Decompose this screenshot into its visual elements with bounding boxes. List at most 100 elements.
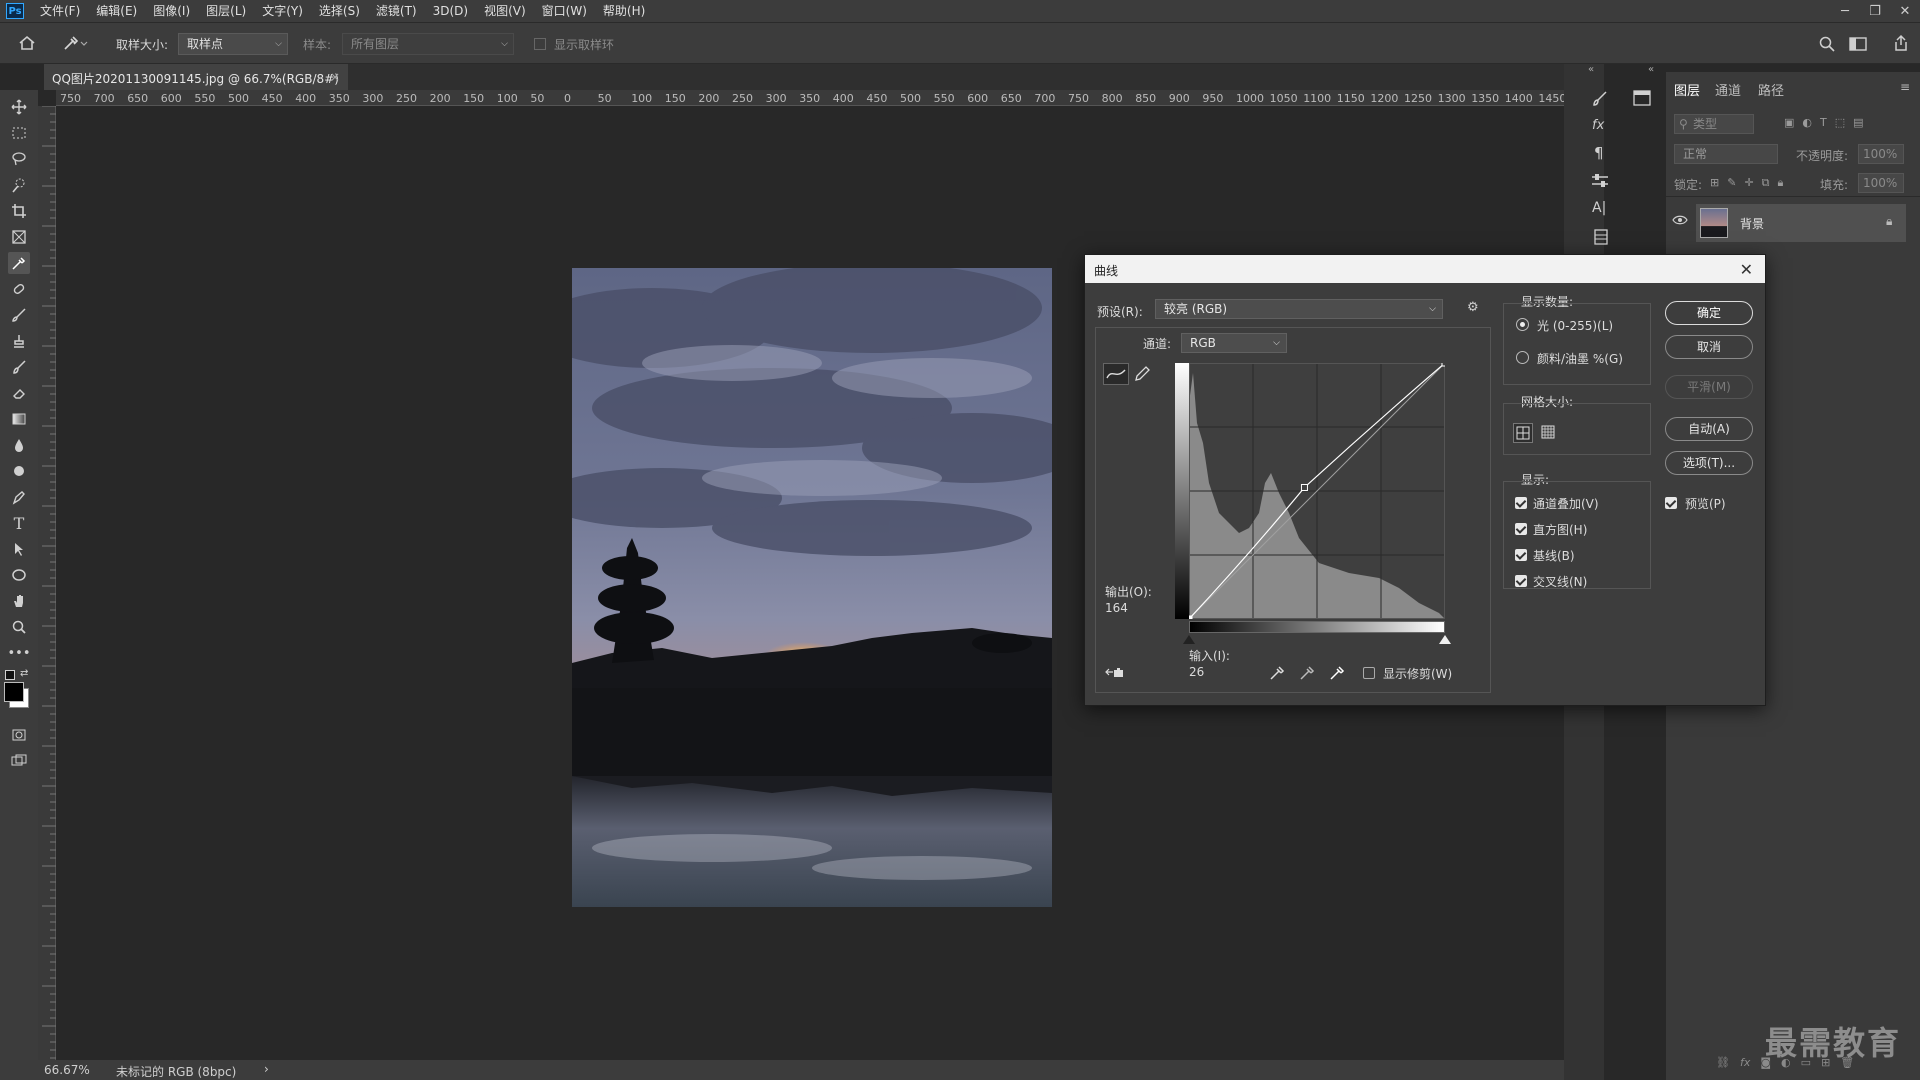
layer-row-background[interactable]: 背景 🔒︎ bbox=[1696, 204, 1906, 242]
crop-tool-icon[interactable] bbox=[8, 200, 30, 222]
menu-help[interactable]: 帮助(H) bbox=[595, 0, 653, 22]
ok-button[interactable]: 确定 bbox=[1665, 301, 1753, 325]
black-eyedropper-icon[interactable] bbox=[1269, 663, 1287, 684]
photoshop-logo[interactable]: Ps bbox=[6, 3, 24, 19]
lock-artboard-icon[interactable]: ⧉ bbox=[1762, 176, 1770, 190]
preset-options-gear-icon[interactable]: ⚙ bbox=[1467, 300, 1479, 315]
curve-point-tool-icon[interactable] bbox=[1103, 363, 1129, 385]
light-radio[interactable] bbox=[1516, 318, 1529, 331]
adjustments-icon[interactable] bbox=[1590, 172, 1610, 193]
close-window-button[interactable]: ✕ bbox=[1890, 0, 1920, 22]
smooth-button[interactable]: 平滑(M) bbox=[1665, 375, 1753, 399]
dialog-titlebar[interactable]: 曲线 ✕ bbox=[1085, 255, 1765, 283]
pigment-radio[interactable] bbox=[1516, 351, 1529, 364]
on-image-adjust-hand-icon[interactable] bbox=[1105, 665, 1127, 682]
menu-3d[interactable]: 3D(D) bbox=[425, 0, 476, 22]
screen-mode-icon[interactable] bbox=[8, 750, 30, 772]
libraries-icon[interactable] bbox=[1592, 228, 1610, 249]
layer-name[interactable]: 背景 bbox=[1740, 215, 1764, 232]
close-tab-icon[interactable]: × bbox=[330, 70, 340, 84]
frame-tool-icon[interactable] bbox=[8, 226, 30, 248]
curve-control-point[interactable] bbox=[1441, 359, 1449, 367]
restore-button[interactable]: ❐ bbox=[1860, 0, 1890, 22]
preset-select[interactable]: 较亮 (RGB) ⌵ bbox=[1155, 299, 1443, 319]
layer-filter-select[interactable]: ⚲ 类型 bbox=[1674, 114, 1754, 134]
clone-stamp-tool-icon[interactable] bbox=[8, 330, 30, 352]
lasso-tool-icon[interactable] bbox=[8, 148, 30, 170]
hand-tool-icon[interactable] bbox=[8, 590, 30, 612]
pencil-draw-icon[interactable] bbox=[1133, 365, 1151, 386]
zoom-tool-icon[interactable] bbox=[8, 616, 30, 638]
eyedropper-tool-preset-icon[interactable] bbox=[62, 34, 88, 55]
curve-control-point[interactable] bbox=[1185, 615, 1193, 623]
character-icon[interactable]: A| bbox=[1592, 200, 1606, 216]
workspace-icon[interactable] bbox=[1848, 35, 1868, 56]
eye-visibility-icon[interactable] bbox=[1672, 214, 1688, 229]
foreground-color-swatch[interactable] bbox=[4, 682, 24, 702]
collapse-arrows-icon[interactable]: « bbox=[1588, 64, 1594, 75]
tab-channels[interactable]: 通道 bbox=[1715, 80, 1741, 99]
link-layers-icon[interactable]: ⛓ bbox=[1716, 1056, 1730, 1069]
healing-brush-tool-icon[interactable] bbox=[8, 278, 30, 300]
more-tools-icon[interactable]: ••• bbox=[8, 642, 31, 664]
type-filter-icon[interactable]: T bbox=[1820, 116, 1827, 129]
menu-file[interactable]: 文件(F) bbox=[32, 0, 88, 22]
input-value[interactable]: 26 bbox=[1189, 665, 1204, 679]
move-tool-icon[interactable] bbox=[8, 96, 30, 118]
document-image[interactable] bbox=[572, 268, 1052, 907]
lock-position-icon[interactable]: ✛ bbox=[1744, 176, 1753, 190]
lock-transparent-icon[interactable]: ⊞ bbox=[1710, 176, 1719, 190]
pen-tool-icon[interactable] bbox=[8, 486, 30, 508]
curve-graph[interactable] bbox=[1185, 359, 1449, 623]
panel-menu-icon[interactable]: ≡ bbox=[1900, 80, 1910, 94]
sample-size-select[interactable]: 取样点 ⌵ bbox=[178, 33, 288, 55]
close-icon[interactable]: ✕ bbox=[1740, 260, 1753, 279]
minimize-button[interactable]: ─ bbox=[1830, 0, 1860, 22]
white-point-slider[interactable] bbox=[1439, 635, 1451, 644]
home-icon[interactable] bbox=[18, 34, 36, 55]
curve-control-point[interactable] bbox=[1300, 483, 1308, 491]
blend-mode-select[interactable]: 正常 bbox=[1674, 144, 1778, 164]
channel-select[interactable]: RGB ⌵ bbox=[1181, 333, 1287, 353]
path-selection-tool-icon[interactable] bbox=[8, 538, 30, 560]
menu-image[interactable]: 图像(I) bbox=[145, 0, 198, 22]
baseline-checkbox[interactable] bbox=[1515, 549, 1527, 561]
simple-grid-icon[interactable] bbox=[1513, 423, 1533, 443]
menu-view[interactable]: 视图(V) bbox=[476, 0, 534, 22]
white-eyedropper-icon[interactable] bbox=[1329, 663, 1347, 684]
quick-mask-icon[interactable] bbox=[8, 724, 30, 746]
marquee-tool-icon[interactable] bbox=[8, 122, 30, 144]
brush-tool-icon[interactable] bbox=[8, 304, 30, 326]
fx-footer-icon[interactable]: fx bbox=[1740, 1056, 1750, 1069]
adjustment-filter-icon[interactable]: ◐ bbox=[1802, 116, 1812, 129]
output-value[interactable]: 164 bbox=[1105, 601, 1128, 615]
menu-filter[interactable]: 滤镜(T) bbox=[368, 0, 425, 22]
opacity-input[interactable]: 100% bbox=[1858, 144, 1904, 164]
menu-type[interactable]: 文字(Y) bbox=[254, 0, 311, 22]
default-colors-icon[interactable] bbox=[5, 670, 15, 680]
zoom-level[interactable]: 66.67% bbox=[44, 1063, 90, 1077]
menu-select[interactable]: 选择(S) bbox=[311, 0, 368, 22]
brush-settings-icon[interactable] bbox=[1590, 90, 1612, 111]
menu-layer[interactable]: 图层(L) bbox=[198, 0, 254, 22]
preview-checkbox[interactable] bbox=[1665, 497, 1677, 509]
lock-image-icon[interactable]: ✎ bbox=[1727, 176, 1736, 190]
channel-overlays-checkbox[interactable] bbox=[1515, 497, 1527, 509]
menu-window[interactable]: 窗口(W) bbox=[534, 0, 595, 22]
show-ring-checkbox[interactable] bbox=[534, 38, 546, 50]
detailed-grid-icon[interactable] bbox=[1539, 423, 1557, 444]
lock-all-icon[interactable]: 🔒︎ bbox=[1778, 176, 1784, 190]
black-point-slider[interactable] bbox=[1183, 635, 1195, 644]
gray-eyedropper-icon[interactable] bbox=[1299, 663, 1317, 684]
search-icon[interactable] bbox=[1818, 35, 1836, 56]
type-tool-icon[interactable]: T bbox=[8, 512, 30, 534]
history-brush-tool-icon[interactable] bbox=[8, 356, 30, 378]
tab-paths[interactable]: 路径 bbox=[1758, 80, 1784, 99]
status-menu-arrow[interactable]: › bbox=[264, 1062, 269, 1076]
quick-select-tool-icon[interactable] bbox=[8, 174, 30, 196]
options-button[interactable]: 选项(T)... bbox=[1665, 451, 1753, 475]
share-icon[interactable] bbox=[1892, 34, 1910, 55]
ellipse-tool-icon[interactable] bbox=[8, 564, 30, 586]
tab-layers[interactable]: 图层 bbox=[1674, 80, 1700, 99]
eraser-tool-icon[interactable] bbox=[8, 382, 30, 404]
